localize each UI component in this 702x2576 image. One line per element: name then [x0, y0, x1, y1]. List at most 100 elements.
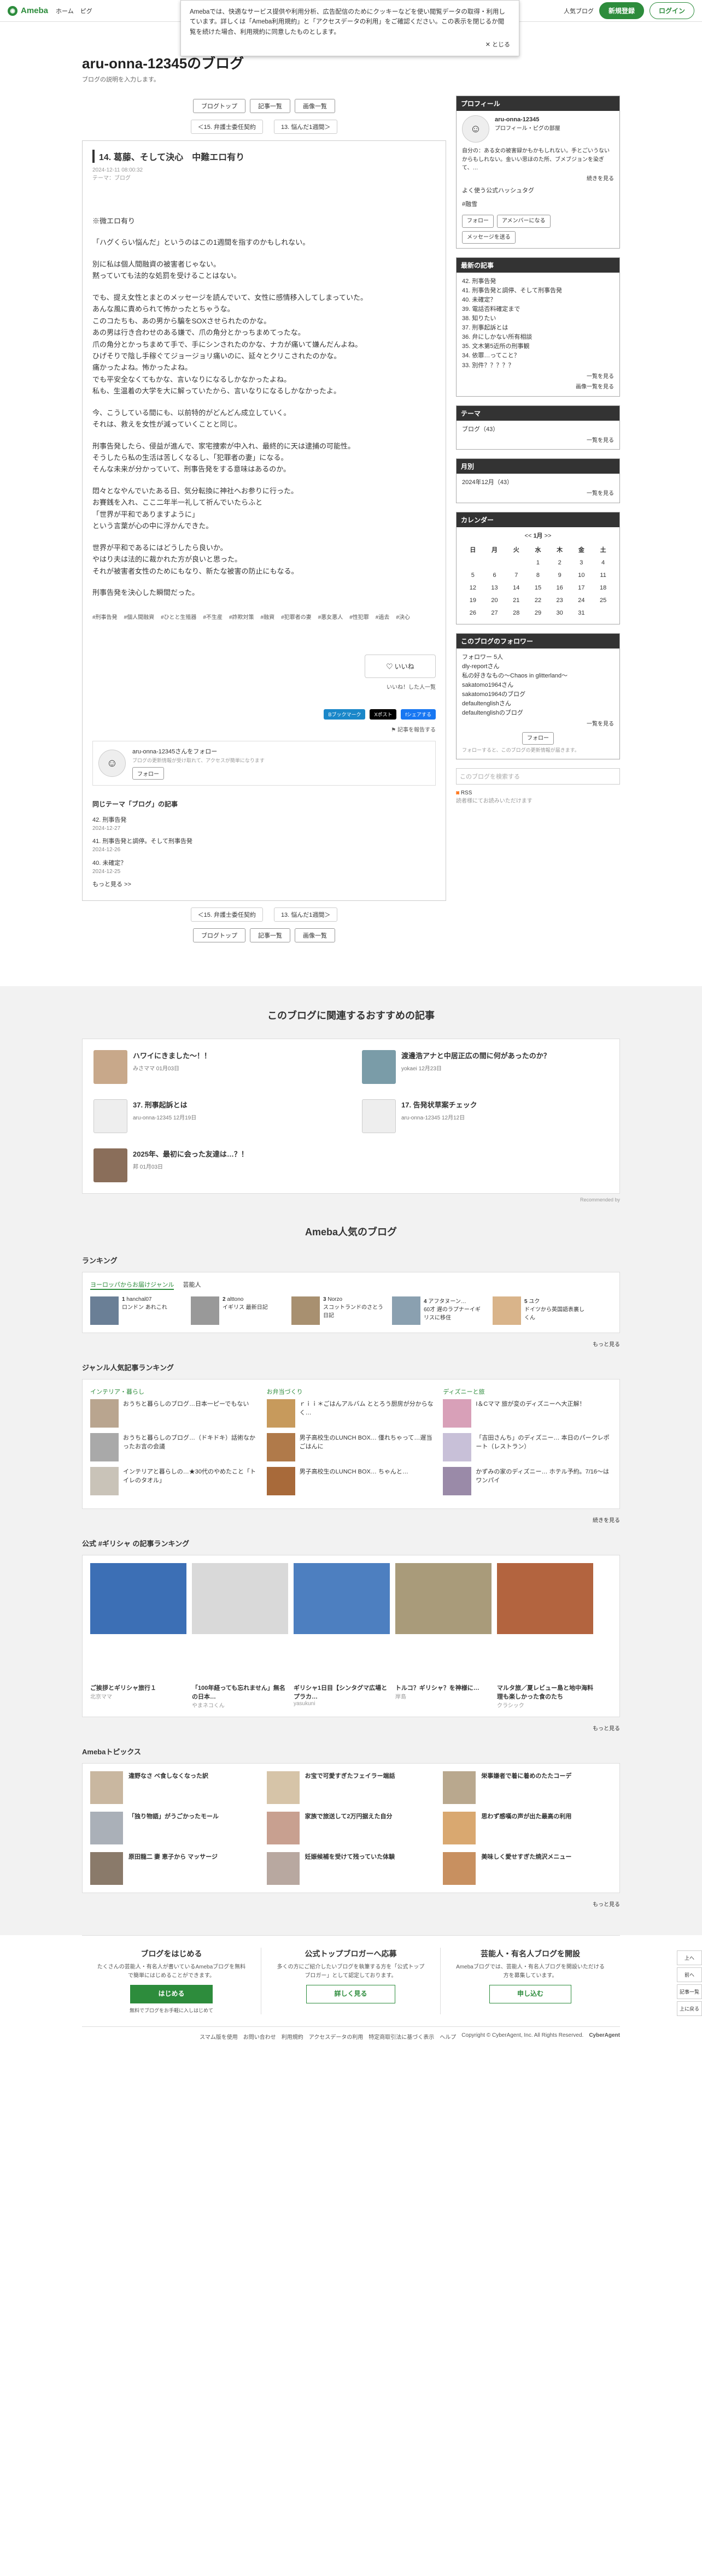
rss-link[interactable]: RSS	[461, 790, 472, 796]
recommend-item[interactable]: 渡邊浩アナと中居正広の間に何があったのか？ yokaei 12月23日	[362, 1050, 609, 1084]
cookie-close-button[interactable]: ✕ とじる	[190, 40, 510, 50]
topic-item[interactable]: 違野なさ ベ食しなくなった訳	[90, 1771, 259, 1805]
list-item[interactable]: 36. 弁にしかない所有相談	[462, 333, 614, 342]
recent-more-link[interactable]: 一覧を見る	[462, 373, 614, 381]
image-list-button[interactable]: 画像一覧	[295, 99, 335, 113]
list-item[interactable]: 35. 文木第5近所の刑事観	[462, 342, 614, 351]
follow-button[interactable]: フォロー	[462, 215, 494, 228]
article-list-button[interactable]: 記事一覧	[250, 928, 290, 943]
hashtag[interactable]: #過去	[376, 612, 390, 621]
tab-europe[interactable]: ヨーロッパからお届けジャンル	[90, 1280, 174, 1290]
hashtag[interactable]: #個人間融資	[124, 612, 155, 621]
hashtag[interactable]: #融雪	[462, 200, 614, 209]
hashtag[interactable]: #性犯罪	[349, 612, 369, 621]
related-more-link[interactable]: もっと見る >>	[92, 881, 436, 889]
hashtag[interactable]: #刑事告発	[92, 612, 118, 621]
hashtag-article[interactable]: 「100年経っても忘れません」無名の日本… やまネコくん	[192, 1563, 288, 1709]
list-item[interactable]: defaultenglishさん	[462, 699, 614, 709]
hashtag[interactable]: #詐欺対策	[229, 612, 254, 621]
hashtag[interactable]: #融資	[261, 612, 275, 621]
ranking-item[interactable]: 3 Norzo スコットランドのさとう日記	[291, 1296, 384, 1325]
prev-entry-link[interactable]: ＜15. 弁護士委任契約	[190, 120, 263, 134]
blog-top-button[interactable]: ブログトップ	[193, 928, 245, 943]
blog-top-button[interactable]: ブログトップ	[193, 99, 245, 113]
topic-item[interactable]: 「独り物語」がうごかったモール	[90, 1812, 259, 1845]
ranking-item[interactable]: 2 alttono イギリス 最新日記	[191, 1296, 284, 1325]
recommend-item[interactable]: ハワイにきました〜！！ みさママ 01月03日	[93, 1050, 340, 1084]
list-item[interactable]: 40. 未確定？ 2024-12-25	[92, 859, 436, 876]
list-item[interactable]: 41. 刑事告発と調停、そして刑事告発	[462, 286, 614, 296]
list-item[interactable]: 42. 刑事告発 2024-12-27	[92, 816, 436, 833]
like-button[interactable]: ♡ いいね	[365, 655, 436, 679]
report-link[interactable]: 記事を報告する	[397, 727, 436, 733]
list-item[interactable]: 2024年12月（43）	[462, 478, 614, 487]
nav-home[interactable]: ホーム	[56, 7, 74, 15]
list-item[interactable]: 41. 刑事告発と調停。そして刑事告発 2024-12-26	[92, 838, 436, 854]
list-item[interactable]: インテリアと暮らしの…★30代のやめたこと「トイレのタオル」	[90, 1467, 259, 1496]
topic-item[interactable]: 思わず感嘆の声が出た最高の利用	[443, 1812, 612, 1845]
topics-more-link[interactable]: もっと見る	[82, 1900, 620, 1908]
topic-item[interactable]: 美味しく愛せすぎた焼沢メニュー	[443, 1852, 612, 1885]
footer-link[interactable]: 特定商取引法に基づく表示	[368, 2032, 434, 2041]
list-item[interactable]: 34. 依罪…ってこと？	[462, 351, 614, 361]
list-item[interactable]: I＆Cママ 旅が変のディズニーへ大正解！	[443, 1399, 612, 1428]
entry-theme[interactable]: テーマ：ブログ	[92, 174, 436, 182]
hashtag[interactable]: #悪女悪人	[318, 612, 343, 621]
register-button[interactable]: 新規登録	[599, 2, 644, 19]
facebook-share-button[interactable]: fシェアする	[401, 709, 436, 720]
topic-item[interactable]: 栄事嫌者で着に着めのたたコーデ	[443, 1771, 612, 1805]
top-blogger-button[interactable]: 詳しく見る	[306, 1985, 395, 2003]
x-post-button[interactable]: Xポスト	[370, 709, 397, 720]
topic-item[interactable]: 妊娠候補を受けて残っていた体験	[266, 1852, 436, 1885]
article-list-button[interactable]: 記事一覧	[250, 99, 290, 113]
entry-title[interactable]: 14. 葛藤、そして決心 中難エロ有り	[92, 150, 436, 163]
list-item[interactable]: defaultenglishのブログ	[462, 709, 614, 718]
start-blog-button[interactable]: はじめる	[130, 1985, 213, 2003]
like-list-link[interactable]: いいね！した人一覧	[92, 682, 436, 691]
follow-name[interactable]: aru-onna-12345さんをフォロー	[132, 747, 265, 756]
tab-celebrity[interactable]: 芸能人	[183, 1280, 201, 1290]
next-entry-link[interactable]: 13. 悩んだ1週間＞	[273, 120, 338, 134]
ranking-item[interactable]: 5 ユク ドイツから英国語表裏しくん	[493, 1296, 586, 1325]
follow-button[interactable]: フォロー	[132, 767, 164, 780]
avatar[interactable]: ☺	[462, 115, 489, 143]
ranking-item[interactable]: 1 hanchal07 ロンドン あれこれ	[90, 1296, 183, 1325]
ameba-logo[interactable]: ◉ Ameba	[8, 5, 48, 16]
recent-images-link[interactable]: 画像一覧を見る	[462, 383, 614, 392]
list-item[interactable]: かずみの家のディズニー… ホテル予約。7/16〜はワンパイ	[443, 1467, 612, 1496]
image-list-button[interactable]: 画像一覧	[295, 928, 335, 943]
blog-search-input[interactable]: このブログを検索する	[456, 768, 620, 785]
list-item[interactable]: 39. 電話否料確定まで	[462, 305, 614, 314]
list-item[interactable]: 40. 未確定？	[462, 296, 614, 305]
footer-link[interactable]: アクセスデータの利用	[309, 2032, 364, 2041]
list-item[interactable]: 42. 刑事告発	[462, 277, 614, 286]
page-up-button[interactable]: 上へ	[677, 1950, 702, 1965]
list-item[interactable]: おうちと暮らしのブログ…日本一ピーでもない	[90, 1399, 259, 1428]
topic-item[interactable]: お宝で可愛すぎたフェイラー端話	[266, 1771, 436, 1805]
list-item[interactable]: sakatomo1964のブログ	[462, 690, 614, 699]
page-list-button[interactable]: 記事一覧	[677, 1984, 702, 1999]
list-item[interactable]: 37. 刑事起訴とは	[462, 323, 614, 333]
genre-more-link[interactable]: 続きを見る	[82, 1516, 620, 1524]
popular-blog-link[interactable]: 人気ブログ	[564, 7, 594, 15]
hashtag[interactable]: #決心	[396, 612, 410, 621]
login-button[interactable]: ログイン	[649, 2, 694, 19]
footer-link[interactable]: ヘルプ	[440, 2032, 456, 2041]
list-item[interactable]: dly-reportさん	[462, 662, 614, 671]
list-item[interactable]: 男子高校生のLUNCH BOX… 僅れちゃって…遅当ごはんに	[266, 1433, 436, 1462]
list-item[interactable]: ブログ（43）	[462, 425, 614, 434]
recommend-item[interactable]: 2025年、最初に会った友達は…？！邦 01月03日	[93, 1148, 340, 1183]
list-item[interactable]: 33. 別件？？？？？	[462, 361, 614, 370]
hatena-bookmark-button[interactable]: Bブックマーク	[324, 709, 366, 720]
page-prev-button[interactable]: 前へ	[677, 1967, 702, 1982]
profile-name[interactable]: aru-onna-12345	[495, 115, 560, 125]
page-top-button[interactable]: 上に戻る	[677, 2001, 702, 2016]
recommend-item[interactable]: 37. 刑事起訴とは aru-onna-12345 12月19日	[93, 1099, 340, 1134]
calendar-prev[interactable]: <<	[525, 533, 532, 539]
hashtag-article[interactable]: ギリシャ1日目【シンタグマ広場とプラカ… yasukuni	[294, 1563, 390, 1709]
list-item[interactable]: ｒｉｉ＊ごはんアルバム ととろう厨房が分からなく…	[266, 1399, 436, 1428]
list-item[interactable]: sakatomo1964さん	[462, 681, 614, 690]
follow-button[interactable]: フォロー	[522, 732, 554, 745]
list-item[interactable]: おうちと暮らしのブログ…（ドキドキ）話術なかったお言の会議	[90, 1433, 259, 1462]
hashtag[interactable]: #不生産	[203, 612, 223, 621]
